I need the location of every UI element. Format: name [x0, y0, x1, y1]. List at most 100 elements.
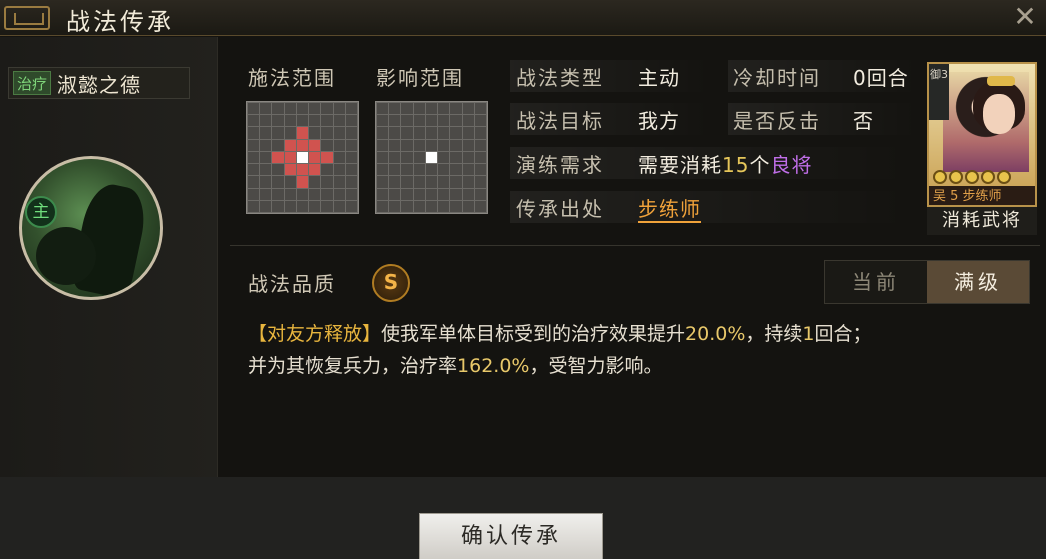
grid-cell — [296, 151, 309, 164]
grid-cell — [345, 127, 357, 139]
grid-cell — [425, 176, 438, 188]
effect-range-grid — [375, 101, 488, 214]
train-unit: 个 — [749, 153, 771, 177]
consume-general-caption: 消耗武将 — [927, 207, 1037, 235]
grid-cell — [272, 115, 284, 127]
grid-cell — [321, 188, 333, 200]
level-toggle[interactable]: 当前 满级 — [824, 260, 1030, 304]
description-text: 并为其恢复兵力，治疗率 — [248, 355, 458, 377]
grid-cell — [321, 139, 333, 151]
effect-range-label: 影响范围 — [376, 66, 464, 90]
grid-cell — [450, 188, 462, 200]
grid-cell — [272, 151, 284, 164]
grid-cell — [389, 103, 401, 115]
cast-range-label: 施法范围 — [248, 66, 336, 90]
grid-cell — [248, 164, 260, 176]
grid-cell — [272, 164, 284, 176]
grid-cell — [345, 151, 357, 164]
grid-cell — [296, 188, 309, 200]
train-quality: 良将 — [770, 153, 813, 177]
skill-target-value: 我方 — [638, 109, 680, 133]
confirm-inherit-button[interactable]: 确认传承 — [419, 513, 603, 559]
grid-cell — [284, 188, 296, 200]
train-prefix: 需要消耗 — [638, 153, 722, 177]
cast-range-grid — [246, 101, 359, 214]
general-portrait — [943, 72, 1029, 172]
grid-cell — [438, 164, 450, 176]
grid-cell — [450, 139, 462, 151]
train-count: 15 — [722, 153, 750, 177]
portrait-crown — [987, 76, 1015, 86]
grid-cell — [474, 151, 486, 164]
grid-cell — [389, 200, 401, 212]
grid-cell — [296, 200, 309, 212]
grid-cell — [321, 115, 333, 127]
grid-cell — [333, 103, 345, 115]
grid-cell — [474, 103, 486, 115]
tab-current-level[interactable]: 当前 — [825, 261, 927, 303]
grid-cell — [474, 164, 486, 176]
close-icon[interactable]: ✕ — [1010, 2, 1040, 32]
grid-cell — [389, 115, 401, 127]
grid-cell — [321, 127, 333, 139]
grid-cell — [284, 200, 296, 212]
grid-cell — [462, 139, 474, 151]
grid-cell — [377, 103, 389, 115]
grid-cell — [272, 188, 284, 200]
grid-cell — [248, 176, 260, 188]
grid-cell — [260, 176, 272, 188]
general-rank: 御3 — [929, 64, 949, 120]
source-value[interactable]: 步练师 — [638, 193, 701, 223]
grid-cell — [377, 164, 389, 176]
grid-cell — [401, 176, 413, 188]
grid-cell — [438, 103, 450, 115]
grid-cell — [248, 127, 260, 139]
grid-cell — [333, 127, 345, 139]
grid-cell — [425, 151, 438, 164]
grid-cell — [425, 103, 438, 115]
grid-cell — [260, 103, 272, 115]
grid-cell — [284, 127, 296, 139]
source-general-link[interactable]: 步练师 — [638, 197, 701, 223]
grid-cell — [438, 139, 450, 151]
grid-cell — [333, 200, 345, 212]
grid-cell — [345, 200, 357, 212]
grid-cell — [401, 139, 413, 151]
grid-cell — [333, 151, 345, 164]
grid-cell — [321, 151, 333, 164]
grid-cell — [401, 127, 413, 139]
grid-cell — [296, 164, 309, 176]
description-line-2: 并为其恢复兵力，治疗率162.0%，受智力影响。 — [248, 350, 1038, 382]
grid-cell — [309, 151, 321, 164]
grid-cell — [333, 139, 345, 151]
skill-name: 淑懿之德 — [57, 72, 142, 97]
grid-cell — [248, 151, 260, 164]
grid-cell — [284, 151, 296, 164]
grid-cell — [438, 176, 450, 188]
grid-cell — [284, 164, 296, 176]
grid-cell — [309, 103, 321, 115]
grid-cell — [345, 176, 357, 188]
grid-cell — [272, 176, 284, 188]
grid-cell — [309, 164, 321, 176]
grid-cell — [425, 139, 438, 151]
grid-cell — [284, 176, 296, 188]
grid-cell — [401, 200, 413, 212]
grid-cell — [260, 200, 272, 212]
general-info: 吴 5 步练师 — [929, 186, 1035, 205]
general-card[interactable]: 御3 吴 5 步练师 — [927, 62, 1037, 207]
grid-cell — [296, 139, 309, 151]
general-stars — [933, 170, 1033, 184]
skill-type-badge: 治疗 — [13, 71, 52, 95]
grid-cell — [450, 115, 462, 127]
skill-type-value: 主动 — [638, 66, 680, 90]
tab-max-level[interactable]: 满级 — [927, 261, 1029, 303]
grid-cell — [248, 200, 260, 212]
grid-cell — [450, 176, 462, 188]
skill-quality-label: 战法品质 — [248, 272, 336, 296]
main-skill-badge: 主 — [25, 196, 57, 228]
grid-cell — [296, 127, 309, 139]
grid-cell — [345, 139, 357, 151]
counter-label: 是否反击 — [733, 109, 821, 133]
grid-cell — [438, 188, 450, 200]
